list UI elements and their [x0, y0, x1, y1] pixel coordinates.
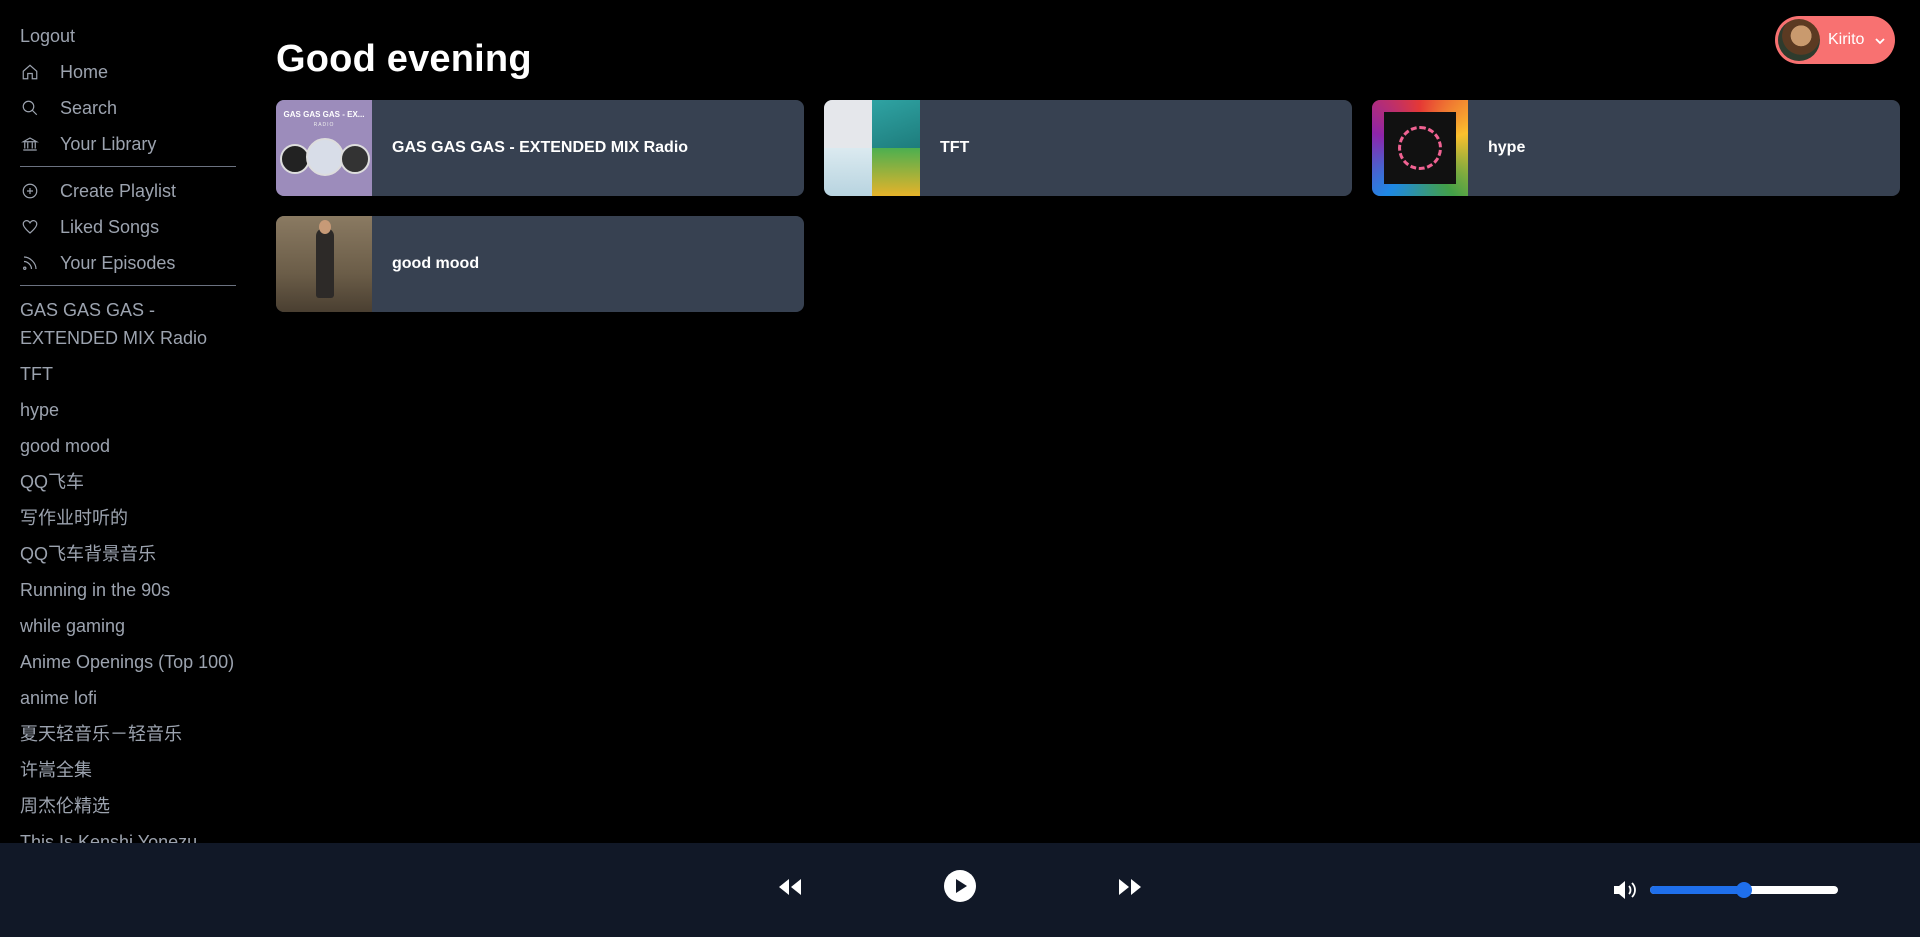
- chevron-down-icon: [1874, 34, 1886, 46]
- playlist-cover: GAS GAS GAS - EX... RADIO: [276, 100, 372, 196]
- play-button[interactable]: [942, 869, 978, 908]
- playlist-item[interactable]: QQ飞车背景音乐: [20, 536, 240, 572]
- sidebar: Logout Home Search Your Library Create P…: [0, 0, 256, 843]
- sidebar-item-home[interactable]: Home: [20, 54, 236, 90]
- playlist-card-gas-gas-gas[interactable]: GAS GAS GAS - EX... RADIO GAS GAS GAS - …: [276, 100, 804, 196]
- sidebar-item-label: Your Library: [60, 133, 157, 154]
- logout-button[interactable]: Logout: [20, 22, 236, 50]
- volume-slider-fill: [1650, 886, 1744, 894]
- sidebar-item-label: Create Playlist: [60, 180, 177, 201]
- cover-subtext: RADIO: [313, 122, 335, 128]
- playlist-card-good-mood[interactable]: good mood: [276, 216, 804, 312]
- playlist-item[interactable]: good mood: [20, 428, 240, 464]
- user-menu-button[interactable]: Kirito: [1775, 16, 1895, 64]
- playlist-item[interactable]: This Is Kenshi Yonezu: [20, 824, 240, 843]
- volume-icon[interactable]: [1612, 878, 1638, 902]
- search-icon: [20, 98, 40, 118]
- playlist-cover: [276, 216, 372, 312]
- playlist-cover: [824, 100, 920, 196]
- sidebar-divider: [20, 285, 236, 286]
- playlist-card-title: GAS GAS GAS - EXTENDED MIX Radio: [392, 139, 689, 156]
- volume-slider[interactable]: [1650, 882, 1838, 898]
- playlist-item[interactable]: 许嵩全集: [20, 752, 240, 788]
- playlist-item[interactable]: QQ飞车: [20, 464, 240, 500]
- cover-text: GAS GAS GAS - EX...: [283, 110, 365, 119]
- sidebar-divider: [20, 166, 236, 167]
- avatar: [1778, 19, 1820, 61]
- page-title: Good evening: [276, 38, 532, 80]
- playlist-card-title: hype: [1488, 139, 1526, 156]
- home-icon: [20, 62, 40, 82]
- playlist-card-tft[interactable]: TFT: [824, 100, 1352, 196]
- plus-circle-icon: [20, 181, 40, 201]
- playlist-grid: GAS GAS GAS - EX... RADIO GAS GAS GAS - …: [276, 100, 1900, 312]
- playlist-item[interactable]: while gaming: [20, 608, 240, 644]
- sidebar-item-search[interactable]: Search: [20, 90, 236, 126]
- playlist-item[interactable]: Running in the 90s: [20, 572, 240, 608]
- next-track-button[interactable]: [1116, 872, 1144, 906]
- playlist-list: GAS GAS GAS - EXTENDED MIX Radio TFT hyp…: [20, 292, 236, 843]
- playlist-card-title: TFT: [940, 139, 970, 156]
- volume-slider-thumb[interactable]: [1736, 882, 1752, 898]
- playlist-cover: [1372, 100, 1468, 196]
- library-icon: [20, 134, 40, 154]
- sidebar-item-label: Liked Songs: [60, 216, 160, 237]
- playlist-item[interactable]: Anime Openings (Top 100): [20, 644, 240, 680]
- playlist-item[interactable]: TFT: [20, 356, 240, 392]
- playlist-item[interactable]: hype: [20, 392, 240, 428]
- play-icon: [943, 869, 977, 908]
- user-name: Kirito: [1828, 31, 1865, 48]
- heart-icon: [20, 217, 40, 237]
- main-content: Good evening Kirito GAS GAS GAS - EX... …: [276, 0, 1920, 843]
- previous-track-button[interactable]: [776, 872, 804, 906]
- playlist-item[interactable]: 夏天轻音乐－轻音乐: [20, 716, 240, 752]
- playlist-item[interactable]: 写作业时听的: [20, 500, 240, 536]
- playlist-card-hype[interactable]: hype: [1372, 100, 1900, 196]
- player-bar: [0, 843, 1920, 937]
- playlist-item[interactable]: GAS GAS GAS - EXTENDED MIX Radio: [20, 292, 240, 356]
- sidebar-item-library[interactable]: Your Library: [20, 126, 236, 162]
- playlist-item[interactable]: anime lofi: [20, 680, 240, 716]
- sidebar-item-label: Your Episodes: [60, 252, 176, 273]
- rewind-icon: [777, 877, 803, 902]
- playlist-item[interactable]: 周杰伦精选: [20, 788, 240, 824]
- playlist-card-title: good mood: [392, 255, 480, 272]
- liked-songs-button[interactable]: Liked Songs: [20, 209, 236, 245]
- rss-icon: [20, 253, 40, 273]
- sidebar-item-label: Home: [60, 61, 109, 82]
- create-playlist-button[interactable]: Create Playlist: [20, 173, 236, 209]
- your-episodes-button[interactable]: Your Episodes: [20, 245, 236, 281]
- sidebar-item-label: Search: [60, 97, 118, 118]
- fast-forward-icon: [1117, 877, 1143, 902]
